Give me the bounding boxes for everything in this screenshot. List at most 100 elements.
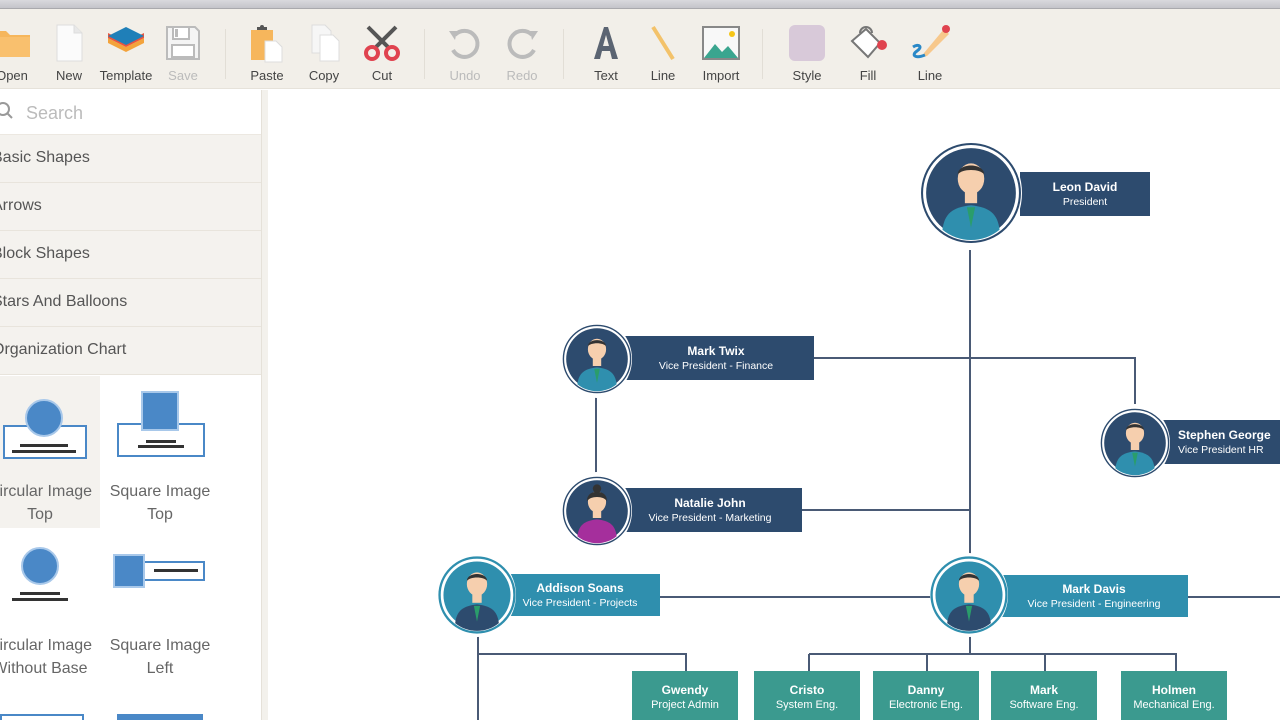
diagram-canvas[interactable]: Leon David President Mark Twix Vice Pres… [268, 90, 1280, 720]
node-staff-danny[interactable]: Danny Electronic Eng. [873, 671, 979, 720]
node-name: Natalie John [674, 495, 746, 510]
avatar-vp-projects[interactable] [438, 553, 516, 637]
toolbar-separator [225, 29, 226, 79]
shape-partial[interactable] [117, 714, 203, 720]
layers-icon [108, 27, 144, 52]
node-name: Mark Davis [1062, 581, 1126, 596]
shape-partial[interactable] [0, 714, 84, 720]
fill-button[interactable]: Fill [840, 23, 896, 83]
male-person-icon [930, 556, 1008, 634]
copy-icon [311, 24, 340, 62]
node-role: Electronic Eng. [889, 699, 963, 711]
node-role: Project Admin [651, 699, 719, 711]
node-staff-gwendy[interactable]: Gwendy Project Admin [632, 671, 738, 720]
pencil-icon [912, 25, 950, 59]
node-president[interactable]: Leon David President [1020, 172, 1150, 216]
search-input[interactable] [26, 98, 256, 128]
square-image-left-icon [113, 554, 205, 588]
node-role: Vice President - Finance [658, 359, 774, 372]
node-vp-finance[interactable]: Mark Twix Vice President - Finance [618, 336, 814, 380]
male-person-icon [562, 324, 632, 394]
style-button[interactable]: Style [779, 23, 835, 83]
node-vp-hr[interactable]: Stephen George Vice President HR [1156, 420, 1280, 464]
scissors-icon [364, 25, 400, 61]
node-staff-mark[interactable]: Mark Software Eng. [991, 671, 1097, 720]
toolbar-separator [563, 29, 564, 79]
category-arrows[interactable]: Arrows [0, 183, 261, 231]
category-stars-and-balloons[interactable]: Stars And Balloons [0, 279, 261, 327]
import-button[interactable]: Import [693, 23, 749, 83]
category-organization-chart[interactable]: Organization Chart [0, 327, 261, 375]
shape-label: Top [147, 506, 173, 523]
paste-button[interactable]: Paste [239, 23, 295, 83]
avatar-vp-hr[interactable] [1100, 404, 1170, 482]
node-role: Vice President - Projects [522, 596, 638, 609]
circular-image-without-base-icon [12, 547, 68, 601]
text-button[interactable]: Text [578, 23, 634, 83]
clipboard-icon [251, 25, 283, 63]
shape-label: Left [146, 660, 174, 677]
node-name: Mark Twix [687, 343, 745, 358]
node-vp-projects[interactable]: Addison Soans Vice President - Projects [500, 574, 660, 616]
template-button[interactable]: Template [98, 23, 154, 83]
node-role: System Eng. [775, 699, 839, 711]
save-button[interactable]: Save [155, 23, 211, 83]
paint-bucket-icon [850, 26, 887, 59]
undo-icon [449, 28, 480, 59]
text-icon [594, 27, 618, 59]
shape-square-image-top[interactable]: Square Image Top [100, 376, 220, 528]
shape-library-sidebar: Basic Shapes Arrows Block Shapes Stars A… [0, 90, 262, 720]
node-staff-holmen[interactable]: Holmen Mechanical Eng. [1121, 671, 1227, 720]
avatar-vp-engineering[interactable] [930, 553, 1008, 637]
shape-label: Top [27, 506, 53, 523]
connector [809, 653, 1177, 672]
new-document-icon [56, 24, 83, 62]
node-name: Addison Soans [536, 580, 624, 595]
shape-circular-image-without-base[interactable]: Circular Image Without Base [0, 530, 100, 682]
avatar-vp-marketing[interactable] [562, 472, 632, 550]
connector [478, 653, 687, 672]
male-person-icon [438, 556, 516, 634]
redo-button[interactable]: Redo [494, 23, 550, 83]
shape-label: Square Image [109, 637, 211, 654]
open-button[interactable]: Open [0, 23, 40, 83]
toolbar-separator [424, 29, 425, 79]
style-swatch-icon [789, 25, 825, 61]
image-icon [702, 26, 740, 60]
search-row [0, 90, 261, 135]
node-name: Gwendy [661, 683, 709, 697]
toolbar-separator [762, 29, 763, 79]
line-icon [651, 25, 675, 61]
node-role: President [1062, 195, 1108, 208]
shape-label: Circular Image [0, 483, 93, 500]
line-button[interactable]: Line [635, 23, 691, 83]
node-role: Vice President - Marketing [648, 511, 772, 524]
avatar-vp-finance[interactable] [562, 320, 632, 398]
copy-button[interactable]: Copy [296, 23, 352, 83]
node-role: Vice President HR [1178, 443, 1264, 456]
undo-button[interactable]: Undo [437, 23, 493, 83]
category-basic-shapes[interactable]: Basic Shapes [0, 135, 261, 183]
node-role: Software Eng. [1009, 699, 1079, 711]
female-person-icon [562, 476, 632, 546]
node-role: Mechanical Eng. [1133, 699, 1215, 711]
node-name: Cristo [789, 683, 825, 697]
shape-circular-image-top[interactable]: Circular Image Top [0, 376, 100, 528]
shape-label: Square Image [109, 483, 211, 500]
floppy-disk-icon [166, 26, 200, 60]
new-button[interactable]: New [41, 23, 97, 83]
line-style-button[interactable]: Line [902, 23, 958, 83]
shape-square-image-left[interactable]: Square Image Left [100, 530, 220, 682]
node-staff-cristo[interactable]: Cristo System Eng. [754, 671, 860, 720]
cut-button[interactable]: Cut [354, 23, 410, 83]
node-vp-marketing[interactable]: Natalie John Vice President - Marketing [618, 488, 802, 532]
node-role: Vice President - Engineering [1027, 597, 1161, 610]
redo-icon [507, 28, 538, 59]
shape-label: Without Base [0, 660, 88, 677]
avatar-president[interactable] [920, 136, 1022, 250]
search-icon[interactable] [0, 100, 16, 122]
node-vp-engineering[interactable]: Mark Davis Vice President - Engineering [1000, 575, 1188, 617]
node-name: Holmen [1151, 683, 1196, 697]
category-block-shapes[interactable]: Block Shapes [0, 231, 261, 279]
male-person-icon [1100, 408, 1170, 478]
